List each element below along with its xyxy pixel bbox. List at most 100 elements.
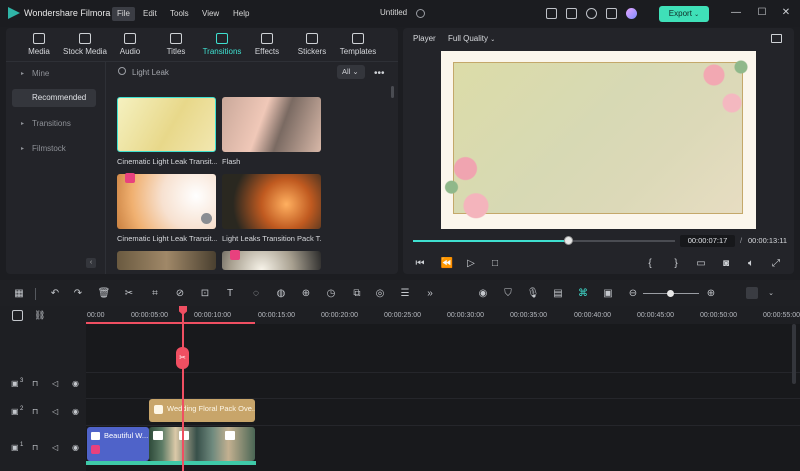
lock-icon[interactable]: ⊓ bbox=[32, 379, 38, 388]
crop-frame-icon[interactable]: ⊡ bbox=[198, 288, 212, 300]
chevron-down-icon: ⌄ bbox=[490, 37, 496, 43]
timer-icon[interactable]: ◷ bbox=[324, 288, 338, 300]
add-track-icon[interactable] bbox=[12, 310, 23, 321]
link-icon[interactable]: ⛓ bbox=[34, 310, 45, 321]
subtitle-icon[interactable]: ▣ bbox=[601, 288, 615, 300]
speed-icon[interactable]: ◌ bbox=[249, 288, 263, 300]
floral-decoration bbox=[441, 136, 511, 229]
sidebar-item-filmstock[interactable]: ▸ Filmstock bbox=[12, 140, 96, 158]
color-icon[interactable]: ◍ bbox=[274, 288, 288, 300]
eye-icon[interactable]: ◉ bbox=[72, 407, 79, 416]
download-icon[interactable] bbox=[201, 213, 212, 224]
transition-thumbnail[interactable] bbox=[222, 97, 321, 152]
render-icon[interactable]: ◉ bbox=[476, 288, 490, 300]
cloud-icon[interactable] bbox=[586, 8, 597, 19]
lock-icon[interactable]: ⊓ bbox=[32, 443, 38, 452]
menu-file[interactable]: File bbox=[112, 7, 135, 21]
layout-grid-icon[interactable]: ▦ bbox=[12, 288, 26, 300]
mask-icon[interactable]: ◎ bbox=[373, 288, 387, 300]
voiceover-icon[interactable]: ▤ bbox=[551, 288, 565, 300]
snapshot-image-icon[interactable] bbox=[771, 34, 782, 43]
view-grid-icon[interactable] bbox=[746, 287, 758, 299]
playhead-handle[interactable] bbox=[563, 236, 573, 245]
video-clip[interactable]: Beautiful W... bbox=[87, 427, 149, 461]
video-clip-thumbnails[interactable] bbox=[149, 427, 255, 461]
stop-icon[interactable]: □ bbox=[488, 258, 502, 269]
collapse-sidebar-button[interactable]: ‹ bbox=[86, 258, 96, 268]
step-back-icon[interactable]: ⏪ bbox=[440, 258, 454, 269]
fullscreen-icon[interactable]: ⤢ bbox=[769, 258, 783, 269]
play-icon[interactable]: ▷ bbox=[464, 258, 478, 269]
save-icon[interactable] bbox=[566, 8, 577, 19]
snap-icon[interactable]: ⌘ bbox=[576, 288, 590, 300]
camera-icon[interactable]: ◙ bbox=[719, 258, 733, 269]
menu-edit[interactable]: Edit bbox=[138, 7, 162, 21]
transition-item-label: Cinematic Light Leak Transit... bbox=[117, 234, 217, 243]
quality-select[interactable]: Full Quality ⌄ bbox=[448, 34, 495, 43]
gift-icon[interactable] bbox=[606, 8, 617, 19]
split-scissors-icon[interactable]: ✂ bbox=[176, 347, 189, 369]
divider bbox=[35, 288, 36, 300]
mark-in-icon[interactable]: { bbox=[643, 258, 657, 269]
filter-select[interactable]: All ⌄ bbox=[337, 65, 365, 79]
text-icon[interactable]: T bbox=[223, 288, 237, 300]
zoom-slider-handle[interactable] bbox=[667, 290, 674, 297]
adjust-icon[interactable]: ☰ bbox=[398, 288, 412, 300]
undo-icon[interactable]: ↶ bbox=[48, 288, 62, 300]
tab-effects[interactable]: Effects bbox=[245, 33, 289, 56]
menu-view[interactable]: View bbox=[197, 7, 224, 21]
title-clip[interactable]: Wedding Floral Pack Ove... bbox=[149, 399, 255, 422]
transition-thumbnail[interactable] bbox=[117, 97, 216, 152]
tab-transitions[interactable]: Transitions bbox=[199, 33, 245, 56]
minimize-icon[interactable]: — bbox=[730, 7, 742, 19]
eye-icon[interactable]: ◉ bbox=[72, 379, 79, 388]
tab-titles[interactable]: Titles bbox=[154, 33, 198, 56]
transition-thumbnail[interactable] bbox=[222, 174, 321, 229]
eye-icon[interactable]: ◉ bbox=[72, 443, 79, 452]
chevron-down-icon[interactable]: ⌄ bbox=[764, 288, 778, 300]
volume-icon[interactable]: ◁ bbox=[52, 443, 58, 452]
tab-media[interactable]: Media bbox=[17, 33, 61, 56]
zoom-in-icon[interactable]: ⊕ bbox=[704, 288, 718, 300]
microphone-icon[interactable]: 🎙︎ bbox=[526, 288, 540, 300]
timeline-scrollbar[interactable] bbox=[792, 324, 796, 384]
export-button[interactable]: Export ⌄ bbox=[659, 6, 709, 22]
menu-tools[interactable]: Tools bbox=[165, 7, 194, 21]
transition-thumbnail[interactable] bbox=[117, 251, 216, 270]
volume-icon[interactable]: 🔈︎ bbox=[744, 258, 758, 269]
scrollbar[interactable] bbox=[391, 86, 394, 98]
ai-icon[interactable]: ⧉ bbox=[350, 288, 364, 300]
volume-icon[interactable]: ◁ bbox=[52, 379, 58, 388]
zoom-out-icon[interactable]: ⊖ bbox=[626, 288, 640, 300]
save-status-icon bbox=[416, 9, 425, 18]
sidebar-item-mine[interactable]: ▸ Mine bbox=[12, 65, 96, 83]
sidebar-item-recommended[interactable]: Recommended bbox=[12, 89, 96, 107]
maximize-icon[interactable]: ☐ bbox=[756, 7, 768, 19]
menu-help[interactable]: Help bbox=[228, 7, 254, 21]
close-icon[interactable]: ✕ bbox=[780, 7, 792, 19]
avatar[interactable] bbox=[626, 8, 637, 19]
timeline-playhead[interactable] bbox=[182, 314, 184, 471]
display-icon[interactable]: ▭ bbox=[694, 258, 708, 269]
shield-icon[interactable]: ⛉ bbox=[501, 288, 515, 300]
lock-icon[interactable]: ⊓ bbox=[32, 407, 38, 416]
cut-icon[interactable]: ✂ bbox=[122, 288, 136, 300]
layout-icon[interactable] bbox=[546, 8, 557, 19]
tab-templates[interactable]: Templates bbox=[336, 33, 380, 56]
sidebar-item-transitions[interactable]: ▸ Transitions bbox=[12, 115, 96, 133]
motion-icon[interactable]: ⊕ bbox=[299, 288, 313, 300]
tab-audio[interactable]: Audio bbox=[108, 33, 152, 56]
more-options-icon[interactable]: ••• bbox=[374, 68, 385, 79]
more-tools-icon[interactable]: » bbox=[423, 288, 437, 300]
current-time: 00:00:07:17 bbox=[680, 235, 735, 247]
volume-icon[interactable]: ◁ bbox=[52, 407, 58, 416]
tab-stickers[interactable]: Stickers bbox=[290, 33, 334, 56]
delete-icon[interactable]: 🗑︎ bbox=[97, 288, 111, 300]
tab-stock-media[interactable]: Stock Media bbox=[62, 33, 108, 56]
mute-icon[interactable]: ⊘ bbox=[173, 288, 187, 300]
redo-icon[interactable]: ↷ bbox=[71, 288, 85, 300]
previous-frame-icon[interactable]: ⏮ bbox=[413, 258, 427, 269]
search-input[interactable]: Light Leak bbox=[132, 68, 169, 77]
crop-icon[interactable]: ⌗ bbox=[148, 288, 162, 300]
mark-out-icon[interactable]: } bbox=[669, 258, 683, 269]
